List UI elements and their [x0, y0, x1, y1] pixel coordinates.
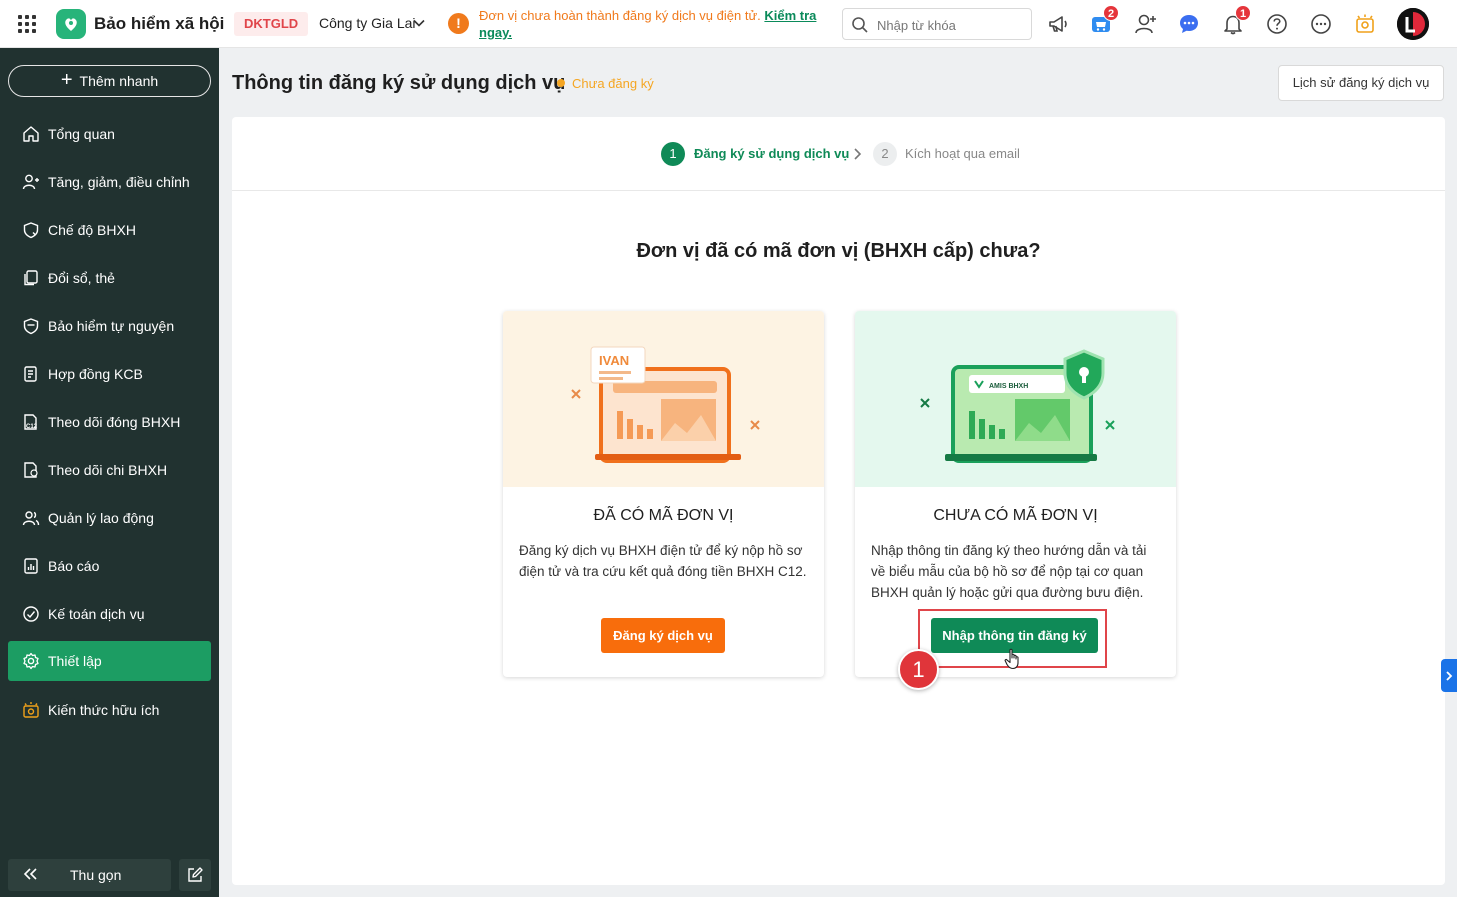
no-unit-code-title: CHƯA CÓ MÃ ĐƠN VỊ	[933, 507, 1098, 524]
shield-icon	[21, 316, 41, 336]
warning-message: Đơn vị chưa hoàn thành đăng ký dịch vụ đ…	[479, 8, 765, 23]
hand-cursor-icon	[1004, 648, 1019, 670]
sidebar-item-card-swap[interactable]: Đổi sổ, thẻ	[8, 258, 211, 298]
step-2-number: 2	[873, 142, 897, 166]
contract-icon	[21, 364, 41, 384]
sidebar-item-label: Tăng, giảm, điều chỉnh	[48, 174, 190, 190]
chevron-right-icon	[1446, 670, 1453, 681]
sidebar-item-contribution-tracking[interactable]: C12 Theo dõi đóng BHXH	[8, 402, 211, 442]
step-1-number: 1	[661, 142, 685, 166]
settings-icon	[21, 651, 41, 671]
plus-icon: +	[60, 69, 73, 91]
sidebar-item-label: Tổng quan	[48, 126, 115, 142]
edit-menu-button[interactable]	[179, 859, 211, 891]
report-icon	[21, 556, 41, 576]
ivan-label: IVAN	[599, 353, 629, 368]
registration-history-button[interactable]: Lịch sử đăng ký dịch vụ	[1278, 65, 1444, 101]
sidebar-item-label: Bảo hiểm tự nguyện	[48, 318, 175, 334]
sidebar-item-overview[interactable]: Tổng quan	[8, 114, 211, 154]
policy-icon	[21, 220, 41, 240]
has-unit-code-description: Đăng ký dịch vụ BHXH điện tử để ký nộp h…	[519, 543, 807, 579]
expand-panel-tab[interactable]	[1441, 659, 1457, 692]
register-service-button[interactable]: Đăng ký dịch vụ	[601, 618, 725, 653]
app-logo[interactable]	[56, 9, 86, 39]
collapse-sidebar-button[interactable]: Thu gọn	[8, 859, 171, 891]
app-grid-icon[interactable]	[18, 15, 36, 33]
cart-badge: 2	[1103, 5, 1119, 21]
sidebar-item-labor-management[interactable]: Quản lý lao động	[8, 498, 211, 538]
tenant-code-badge: DKTGLD	[234, 12, 309, 36]
chevron-down-icon[interactable]	[412, 16, 426, 30]
app-title: Bảo hiểm xã hội	[94, 14, 225, 33]
collapse-label: Thu gọn	[70, 867, 122, 883]
stepper: 1 Đăng ký sử dụng dịch vụ 2 Kích hoạt qu…	[232, 117, 1445, 191]
quick-add-label: Thêm nhanh	[79, 73, 159, 89]
has-unit-code-title: ĐÃ CÓ MÃ ĐƠN VỊ	[593, 507, 734, 524]
card-swap-icon	[21, 268, 41, 288]
help-icon[interactable]	[1265, 12, 1289, 36]
double-chevron-left-icon	[22, 867, 42, 884]
registration-panel: 1 Đăng ký sử dụng dịch vụ 2 Kích hoạt qu…	[232, 117, 1445, 885]
sidebar-item-bhxh-policy[interactable]: Chế độ BHXH	[8, 210, 211, 250]
status-dot	[557, 79, 565, 87]
sidebar-item-label: Hợp đồng KCB	[48, 366, 143, 382]
sidebar-item-label: Chế độ BHXH	[48, 222, 136, 238]
has-unit-code-card: IVAN ĐÃ CÓ MÃ ĐƠN VỊ Đăng ký dịch vụ BHX…	[503, 311, 824, 677]
add-user-icon[interactable]	[1134, 12, 1158, 36]
warning-icon: !	[448, 13, 469, 34]
sidebar-item-reports[interactable]: Báo cáo	[8, 546, 211, 586]
svg-text:C12: C12	[26, 424, 38, 430]
sidebar: + Thêm nhanh Tổng quan Tăng, giảm, điều …	[0, 48, 219, 897]
ivan-laptop-illustration: IVAN	[503, 311, 824, 487]
chevron-right-icon	[854, 148, 862, 160]
unit-code-question: Đơn vị đã có mã đơn vị (BHXH cấp) chưa?	[636, 240, 1041, 262]
sidebar-item-label: Báo cáo	[48, 558, 100, 574]
user-avatar[interactable]	[1397, 8, 1429, 40]
registration-warning: Đơn vị chưa hoàn thành đăng ký dịch vụ đ…	[479, 7, 819, 41]
more-options-icon[interactable]	[1309, 12, 1333, 36]
sidebar-item-adjustments[interactable]: Tăng, giảm, điều chỉnh	[8, 162, 211, 202]
amis-label: AMIS BHXH	[989, 383, 1028, 390]
company-selector[interactable]: Công ty Gia Lai	[319, 15, 416, 31]
sidebar-item-kcb-contract[interactable]: Hợp đồng KCB	[8, 354, 211, 394]
sidebar-item-knowledge[interactable]: Kiến thức hữu ích	[8, 690, 211, 730]
no-unit-code-description: Nhập thông tin đăng ký theo hướng dẫn và…	[871, 543, 1147, 600]
top-bar: Bảo hiểm xã hội DKTGLD Công ty Gia Lai !…	[0, 0, 1457, 48]
search-icon	[852, 17, 868, 33]
sidebar-item-label: Đổi sổ, thẻ	[48, 270, 115, 286]
edit-icon	[188, 867, 203, 882]
c12-document-icon: C12	[21, 412, 41, 432]
step-1-label[interactable]: Đăng ký sử dụng dịch vụ	[694, 146, 849, 161]
sidebar-item-label: Thiết lập	[48, 653, 102, 669]
search-input[interactable]	[877, 15, 1023, 35]
sidebar-item-service-accounting[interactable]: Kế toán dịch vụ	[8, 594, 211, 634]
step-2-label[interactable]: Kích hoạt qua email	[905, 146, 1020, 161]
notification-bell-icon[interactable]: 1	[1221, 5, 1251, 36]
chat-icon[interactable]	[1177, 12, 1201, 36]
announcement-icon[interactable]	[1046, 12, 1070, 36]
sidebar-item-label: Quản lý lao động	[48, 510, 154, 526]
step-callout: 1	[898, 649, 939, 690]
sidebar-item-label: Theo dõi đóng BHXH	[48, 414, 181, 430]
search-box[interactable]	[842, 8, 1032, 40]
notification-badge: 1	[1235, 5, 1251, 21]
sidebar-item-label: Kiến thức hữu ích	[48, 702, 160, 718]
amis-laptop-illustration: AMIS BHXH	[855, 311, 1176, 487]
knowledge-icon	[21, 700, 41, 720]
sidebar-item-voluntary-insurance[interactable]: Bảo hiểm tự nguyện	[8, 306, 211, 346]
page-title: Thông tin đăng ký sử dụng dịch vụ	[232, 72, 566, 94]
accounting-icon	[21, 604, 41, 624]
user-adjust-icon	[21, 172, 41, 192]
people-icon	[21, 508, 41, 528]
knowledge-lightbulb-icon[interactable]	[1353, 12, 1377, 36]
registration-status-badge: Chưa đăng ký	[572, 76, 654, 91]
sidebar-item-settings[interactable]: Thiết lập	[8, 641, 211, 681]
cart-icon[interactable]: 2	[1089, 5, 1119, 36]
payout-document-icon	[21, 460, 41, 480]
quick-add-button[interactable]: + Thêm nhanh	[8, 65, 211, 97]
sidebar-item-label: Kế toán dịch vụ	[48, 606, 145, 622]
sidebar-item-label: Theo dõi chi BHXH	[48, 462, 168, 478]
home-icon	[21, 124, 41, 144]
sidebar-item-payout-tracking[interactable]: Theo dõi chi BHXH	[8, 450, 211, 490]
